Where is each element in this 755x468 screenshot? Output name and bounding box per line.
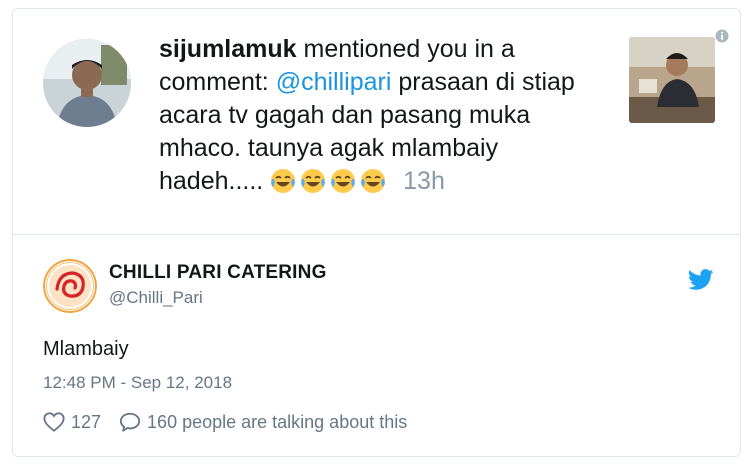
display-name[interactable]: CHILLI PARI CATERING: [109, 262, 327, 284]
emoji-group: [270, 167, 397, 195]
face-with-tears-of-joy-icon: [301, 169, 326, 193]
face-with-tears-of-joy-icon: [361, 169, 386, 193]
heart-icon[interactable]: [43, 411, 65, 433]
twitter-bird-icon[interactable]: [688, 269, 714, 291]
notification-time: 13h: [403, 167, 445, 195]
face-with-tears-of-joy-icon: [331, 169, 356, 193]
talking-count[interactable]: 160 people are talking about this: [147, 412, 407, 433]
tweet-actions: 127 160 people are talking about this: [43, 409, 407, 435]
mention-link[interactable]: @chillipari: [276, 68, 392, 96]
user-handle[interactable]: @Chilli_Pari: [109, 288, 203, 308]
tweet-card: sijumlamuk mentioned you in a comment: @…: [12, 8, 741, 457]
mention-notification[interactable]: sijumlamuk mentioned you in a comment: @…: [13, 9, 740, 234]
chilli-pari-avatar[interactable]: [43, 259, 97, 313]
notifier-username[interactable]: sijumlamuk: [159, 35, 297, 63]
face-with-tears-of-joy-icon: [271, 169, 296, 193]
notification-text: sijumlamuk mentioned you in a comment: @…: [159, 33, 599, 198]
notifier-avatar[interactable]: [43, 39, 131, 127]
tweet-timestamp[interactable]: 12:48 PM - Sep 12, 2018: [43, 373, 232, 393]
tweet-text: Mlambaiy: [43, 338, 129, 360]
info-icon[interactable]: [715, 29, 729, 43]
like-count[interactable]: 127: [71, 412, 101, 433]
comment-photo-thumbnail[interactable]: [629, 37, 715, 123]
section-divider: [13, 234, 740, 235]
speech-bubble-icon[interactable]: [119, 411, 141, 433]
